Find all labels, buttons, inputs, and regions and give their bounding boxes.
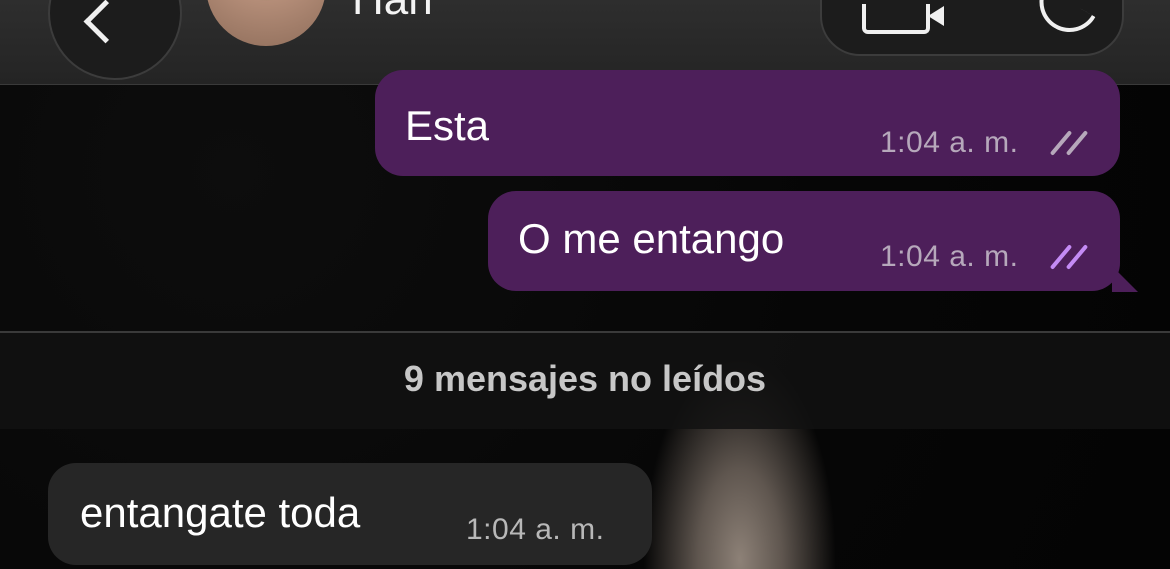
message-bubble-outgoing[interactable]: Esta 1:04 a. m. [375, 70, 1120, 176]
message-text: entangate toda [80, 489, 361, 536]
double-check-icon [1047, 242, 1093, 270]
message-time: 1:04 a. m. [880, 240, 1019, 273]
message-text: O me entango [518, 215, 785, 262]
video-camera-icon[interactable] [862, 4, 944, 34]
phone-icon[interactable] [1028, 0, 1096, 43]
double-check-icon [1047, 128, 1093, 156]
message-bubble-outgoing[interactable]: O me entango 1:04 a. m. [488, 191, 1120, 291]
back-button[interactable] [48, 0, 182, 80]
message-bubble-incoming[interactable]: entangate toda 1:04 a. m. [48, 463, 652, 565]
bubble-tail [1112, 266, 1138, 292]
message-text: Esta [405, 102, 490, 149]
call-actions [820, 0, 1124, 56]
unread-divider: 9 mensajes no leídos [0, 331, 1170, 429]
contact-name[interactable]: Han [352, 0, 433, 22]
message-time: 1:04 a. m. [880, 126, 1019, 159]
avatar[interactable] [206, 0, 326, 46]
unread-messages-label: 9 mensajes no leídos [403, 358, 767, 399]
message-time: 1:04 a. m. [466, 513, 605, 546]
chevron-left-icon [83, 0, 128, 44]
